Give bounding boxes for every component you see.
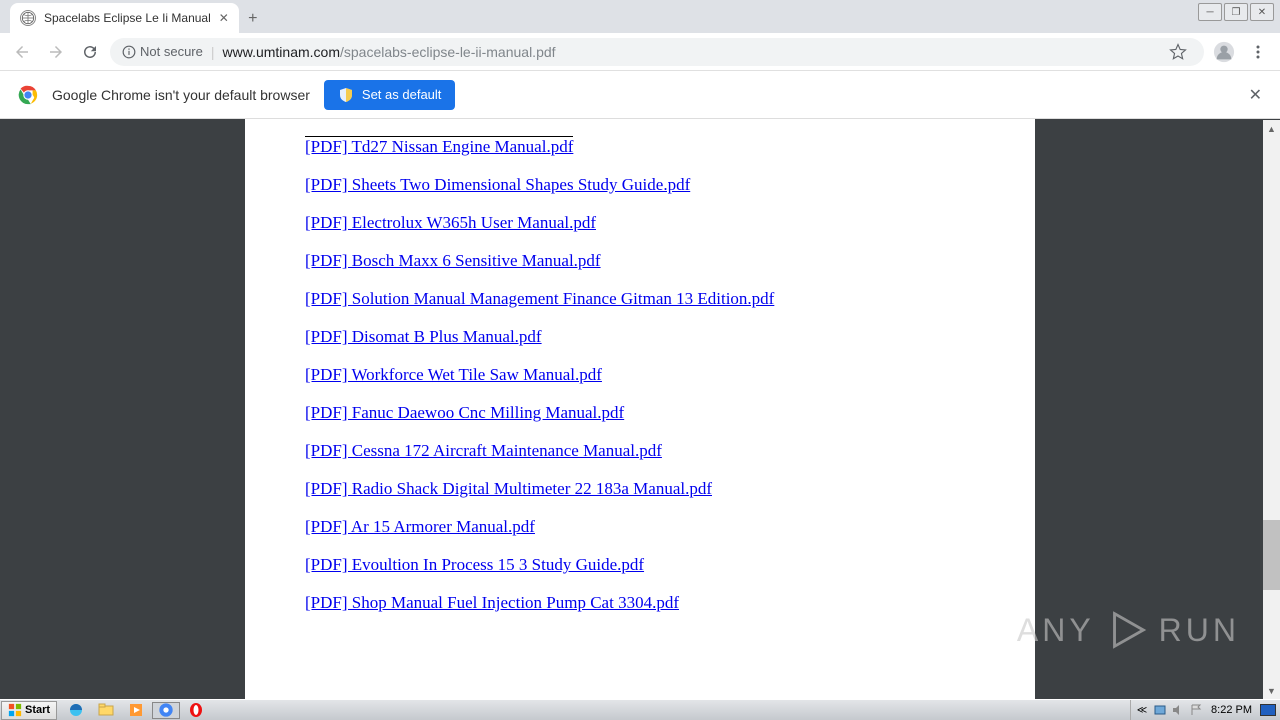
scroll-thumb[interactable] (1263, 520, 1280, 590)
list-item: [PDF] Fanuc Daewoo Cnc Milling Manual.pd… (305, 403, 975, 423)
pdf-link[interactable]: [PDF] Fanuc Daewoo Cnc Milling Manual.pd… (305, 403, 624, 422)
maximize-button[interactable]: ❐ (1224, 3, 1248, 21)
url-host: www.umtinam.com (223, 44, 340, 60)
page-content: [PDF] Td27 Nissan Engine Manual.pdf [PDF]… (245, 119, 1035, 699)
tab-title: Spacelabs Eclipse Le Ii Manual (44, 11, 211, 25)
list-item: [PDF] Workforce Wet Tile Saw Manual.pdf (305, 365, 975, 385)
shield-icon (338, 87, 354, 103)
address-bar: Not secure | www.umtinam.com/spacelabs-e… (0, 33, 1280, 71)
flag-icon[interactable] (1189, 703, 1203, 717)
minimize-button[interactable]: ─ (1198, 3, 1222, 21)
start-button[interactable]: Start (1, 701, 57, 720)
media-icon[interactable] (122, 702, 150, 719)
pdf-link[interactable]: [PDF] Td27 Nissan Engine Manual.pdf (305, 136, 573, 157)
explorer-icon[interactable] (92, 702, 120, 719)
close-icon[interactable]: ✕ (219, 11, 229, 25)
forward-button[interactable] (42, 38, 70, 66)
opera-icon[interactable] (182, 702, 210, 719)
new-tab-button[interactable]: + (239, 5, 267, 33)
windows-icon (8, 703, 22, 717)
system-tray: ≪ 8:22 PM (1130, 700, 1280, 720)
url-path: /spacelabs-eclipse-le-ii-manual.pdf (340, 44, 556, 60)
list-item: [PDF] Sheets Two Dimensional Shapes Stud… (305, 175, 975, 195)
list-item: [PDF] Radio Shack Digital Multimeter 22 … (305, 479, 975, 499)
infobar-close-icon[interactable]: ✕ (1249, 85, 1262, 105)
show-desktop-icon[interactable] (1260, 704, 1276, 716)
list-item: [PDF] Solution Manual Management Finance… (305, 289, 975, 309)
pdf-link[interactable]: [PDF] Radio Shack Digital Multimeter 22 … (305, 479, 712, 498)
vertical-scrollbar[interactable]: ▲ ▼ (1263, 120, 1280, 699)
pdf-link[interactable]: [PDF] Ar 15 Armorer Manual.pdf (305, 517, 535, 536)
star-icon[interactable] (1164, 38, 1192, 66)
pdf-link[interactable]: [PDF] Evoultion In Process 15 3 Study Gu… (305, 555, 644, 574)
network-icon[interactable] (1153, 703, 1167, 717)
list-item: [PDF] Electrolux W365h User Manual.pdf (305, 213, 975, 233)
pdf-link[interactable]: [PDF] Disomat B Plus Manual.pdf (305, 327, 542, 346)
quick-launch (62, 702, 210, 719)
play-icon (1103, 606, 1151, 654)
infobar-message: Google Chrome isn't your default browser (52, 87, 310, 103)
profile-icon[interactable] (1210, 38, 1238, 66)
security-indicator[interactable]: Not secure (122, 44, 203, 59)
menu-icon[interactable] (1244, 38, 1272, 66)
taskbar: Start ≪ 8:22 PM (0, 699, 1280, 720)
pdf-link[interactable]: [PDF] Electrolux W365h User Manual.pdf (305, 213, 596, 232)
scroll-up-icon[interactable]: ▲ (1263, 120, 1280, 137)
list-item: [PDF] Bosch Maxx 6 Sensitive Manual.pdf (305, 251, 975, 271)
browser-tab[interactable]: Spacelabs Eclipse Le Ii Manual ✕ (10, 3, 239, 33)
reload-button[interactable] (76, 38, 104, 66)
close-window-button[interactable]: ✕ (1250, 3, 1274, 21)
list-item: [PDF] Cessna 172 Aircraft Maintenance Ma… (305, 441, 975, 461)
omnibox[interactable]: Not secure | www.umtinam.com/spacelabs-e… (110, 38, 1204, 66)
list-item: [PDF] Evoultion In Process 15 3 Study Gu… (305, 555, 975, 575)
volume-icon[interactable] (1171, 703, 1185, 717)
pdf-link-list: [PDF] Td27 Nissan Engine Manual.pdf [PDF]… (305, 137, 975, 613)
clock[interactable]: 8:22 PM (1207, 704, 1256, 716)
anyrun-watermark: ANY RUN (1017, 606, 1240, 654)
chrome-taskbar-icon[interactable] (152, 702, 180, 719)
pdf-link[interactable]: [PDF] Solution Manual Management Finance… (305, 289, 774, 308)
set-default-label: Set as default (362, 87, 442, 102)
default-browser-infobar: Google Chrome isn't your default browser… (0, 71, 1280, 119)
pdf-link[interactable]: [PDF] Sheets Two Dimensional Shapes Stud… (305, 175, 690, 194)
not-secure-label: Not secure (140, 44, 203, 59)
list-item: [PDF] Ar 15 Armorer Manual.pdf (305, 517, 975, 537)
page-viewport: [PDF] Td27 Nissan Engine Manual.pdf [PDF]… (0, 119, 1280, 699)
set-default-button[interactable]: Set as default (324, 80, 456, 110)
list-item: [PDF] Td27 Nissan Engine Manual.pdf (305, 137, 975, 157)
pdf-link[interactable]: [PDF] Cessna 172 Aircraft Maintenance Ma… (305, 441, 662, 460)
pdf-link[interactable]: [PDF] Bosch Maxx 6 Sensitive Manual.pdf (305, 251, 601, 270)
chrome-icon (18, 85, 38, 105)
chevron-icon[interactable]: ≪ (1135, 703, 1149, 717)
ie-icon[interactable] (62, 702, 90, 719)
window-controls: ─ ❐ ✕ (1198, 3, 1274, 21)
globe-icon (20, 10, 36, 26)
list-item: [PDF] Disomat B Plus Manual.pdf (305, 327, 975, 347)
start-label: Start (25, 704, 50, 716)
pdf-link[interactable]: [PDF] Shop Manual Fuel Injection Pump Ca… (305, 593, 679, 612)
back-button[interactable] (8, 38, 36, 66)
pdf-link[interactable]: [PDF] Workforce Wet Tile Saw Manual.pdf (305, 365, 602, 384)
list-item: [PDF] Shop Manual Fuel Injection Pump Ca… (305, 593, 975, 613)
scroll-down-icon[interactable]: ▼ (1263, 682, 1280, 699)
info-icon (122, 45, 136, 59)
tab-bar: Spacelabs Eclipse Le Ii Manual ✕ + ─ ❐ ✕ (0, 0, 1280, 33)
